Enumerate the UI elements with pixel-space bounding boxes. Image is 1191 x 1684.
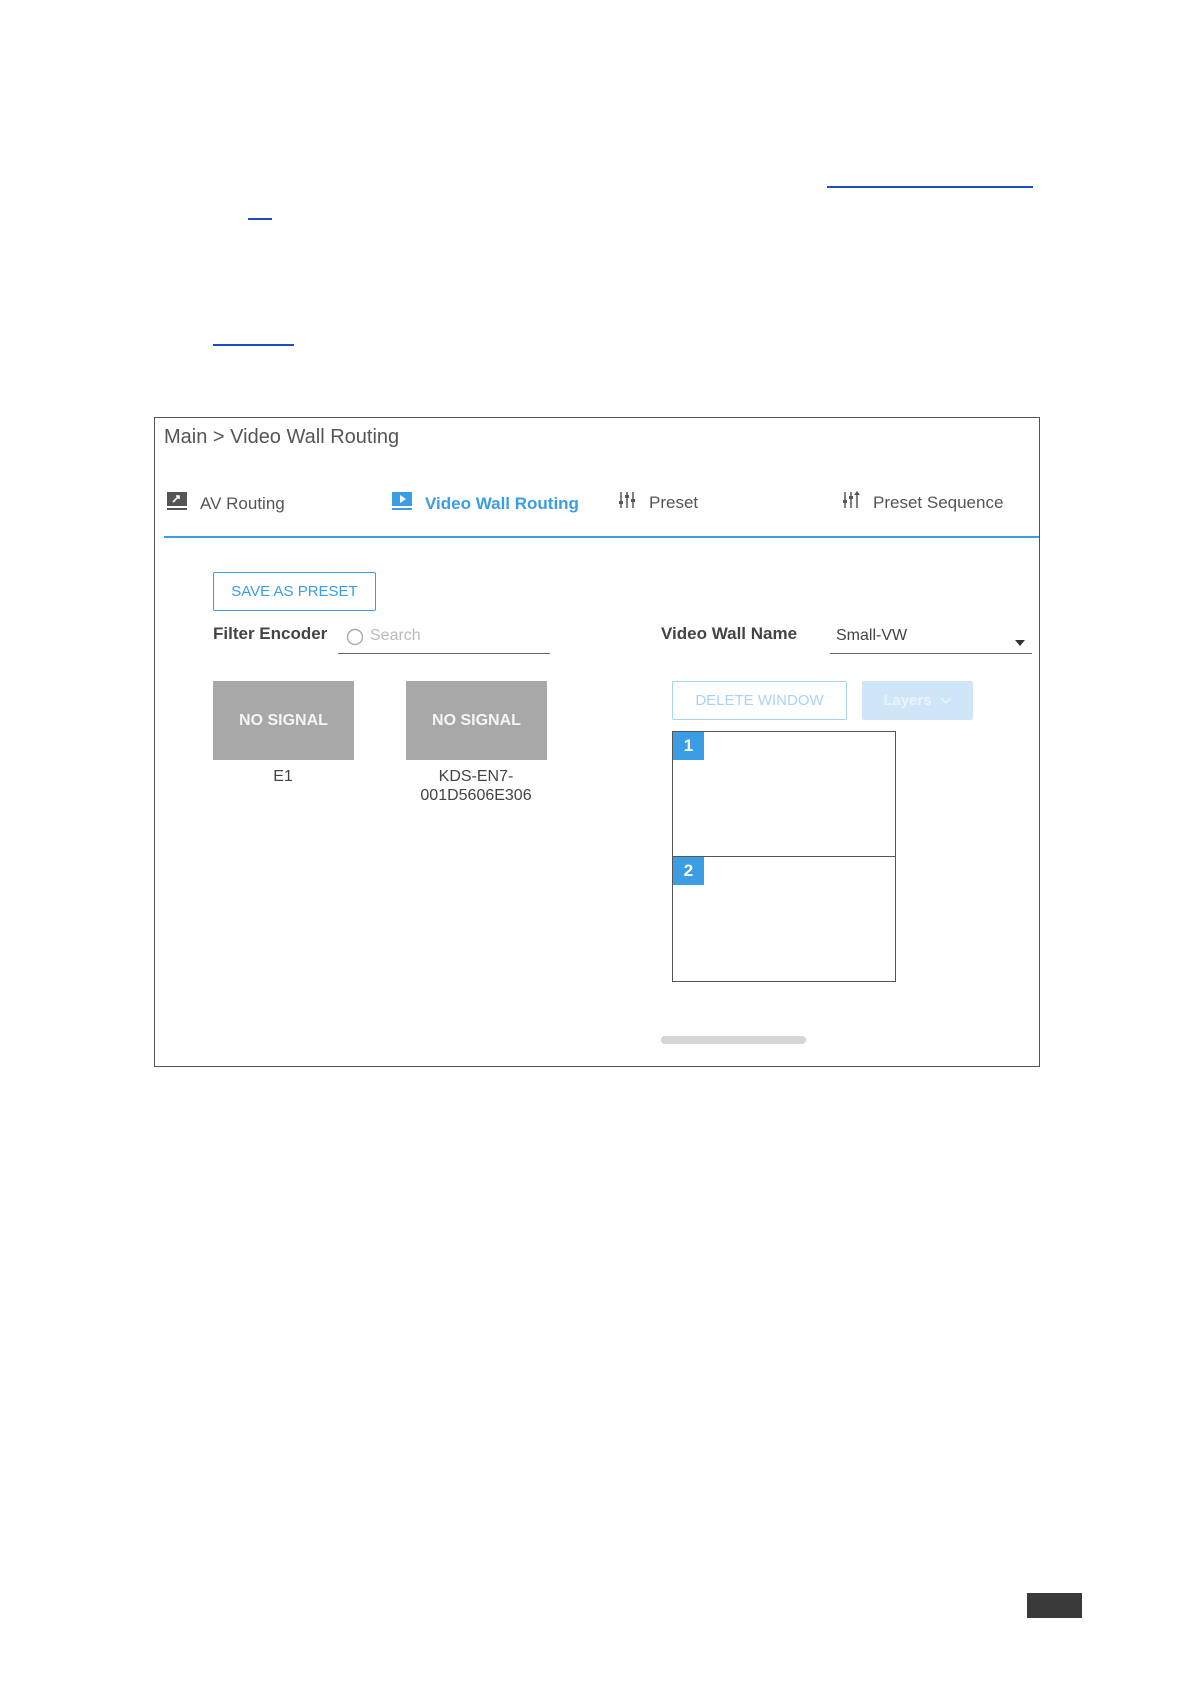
tab-av-routing-label: AV Routing [200, 493, 285, 513]
video-wall-window[interactable]: 1 [672, 731, 896, 857]
encoder-name-line: KDS-EN7- [438, 768, 514, 785]
encoder-preview[interactable]: NO SIGNAL [213, 681, 354, 760]
tab-preset[interactable]: Preset [617, 490, 698, 515]
tab-active-underline [164, 536, 1039, 538]
save-as-preset-button[interactable]: SAVE AS PRESET [213, 572, 376, 611]
video-wall-routing-screenshot: Main > Video Wall Routing AV Routing Vid… [154, 417, 1040, 1067]
video-wall-name-label: Video Wall Name [661, 624, 798, 643]
encoder-preview[interactable]: NO SIGNAL [406, 681, 547, 760]
video-wall-name-value: Small-VW [836, 627, 908, 644]
sliders-icon [617, 490, 637, 515]
preset-sequence-icon [841, 490, 861, 515]
tab-preset-sequence-label: Preset Sequence [873, 492, 1004, 512]
tab-video-wall-routing[interactable]: Video Wall Routing [391, 490, 579, 517]
tab-video-wall-routing-label: Video Wall Routing [425, 493, 579, 513]
document-link[interactable] [827, 186, 1033, 188]
tab-preset-label: Preset [649, 492, 699, 512]
horizontal-scrollbar[interactable] [661, 1036, 806, 1044]
layers-button[interactable]: Layers [862, 681, 973, 720]
document-link[interactable] [213, 344, 294, 346]
monitor-icon [166, 490, 188, 517]
window-number-badge: 2 [673, 857, 704, 885]
video-wall-name-select[interactable]: Small-VW [830, 621, 1032, 654]
filter-encoder-label: Filter Encoder [213, 624, 328, 643]
caret-down-icon [1014, 634, 1026, 652]
delete-window-button[interactable]: DELETE WINDOW [672, 681, 847, 720]
encoder-name: E1 [273, 768, 293, 785]
page-number-tab [1027, 1593, 1082, 1618]
window-number-badge: 1 [673, 732, 704, 760]
search-placeholder: Search [370, 627, 421, 644]
encoder-name: KDS-EN7- 001D5606E306 [396, 767, 556, 805]
tab-av-routing[interactable]: AV Routing [166, 490, 285, 517]
document-link[interactable] [248, 218, 272, 220]
breadcrumb: Main > Video Wall Routing [164, 426, 400, 448]
video-wall-window[interactable]: 2 [672, 856, 896, 982]
search-input[interactable]: Search [338, 621, 550, 654]
encoder-name-line: 001D5606E306 [420, 787, 532, 804]
tab-preset-sequence[interactable]: Preset Sequence [841, 490, 1003, 515]
video-wall-icon [391, 490, 413, 517]
chevron-down-icon [940, 692, 952, 709]
search-icon [346, 628, 366, 653]
layers-label: Layers [883, 692, 932, 709]
